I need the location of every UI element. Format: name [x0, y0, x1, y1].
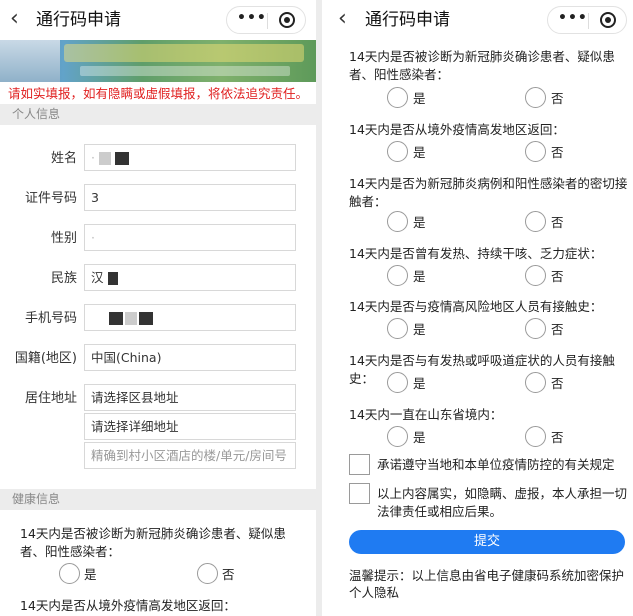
q7-no-radio[interactable] [525, 426, 546, 447]
phone-input[interactable] [84, 304, 296, 331]
page-title: 通行码申请 [36, 10, 121, 30]
q4-yes-radio[interactable] [387, 265, 408, 286]
question-4: 14天内是否曾有发热、持续干咳、乏力症状： [349, 246, 603, 261]
question-1: 14天内是否被诊断为新冠肺炎确诊患者、疑似患者、阳性感染者： [349, 49, 615, 82]
question-3: 14天内是否为新冠肺炎病例和阳性感染者的密切接触者： [349, 176, 628, 209]
q6-yes-radio[interactable] [387, 372, 408, 393]
right-screen: ‹ 通行码申请 ••• 14天内是否被诊断为新冠肺炎确诊患者、疑似患者、阳性感染… [322, 0, 633, 616]
submit-button[interactable]: 提交 [349, 530, 625, 554]
label-address: 居住地址 [24, 391, 77, 406]
back-arrow-icon[interactable]: ‹ [10, 8, 19, 30]
q6-no-radio[interactable] [525, 372, 546, 393]
q3-no-label: 否 [551, 215, 564, 230]
masked-value [109, 312, 123, 325]
ethnicity-select[interactable]: 汉 [84, 264, 296, 291]
q1-yes-radio[interactable] [387, 87, 408, 108]
q5-no-radio[interactable] [525, 318, 546, 339]
q7-yes-radio[interactable] [387, 426, 408, 447]
agree-rules-text: 承诺遵守当地和本单位疫情防控的有关规定 [377, 457, 615, 472]
mini-program-capsule: ••• [547, 6, 627, 34]
section-health-info: 健康信息 [0, 489, 316, 510]
more-icon[interactable]: ••• [237, 10, 267, 26]
warning-text: 请如实填报，如有隐瞒或虚假填报，将依法追究责任。 [7, 86, 308, 101]
nationality-select[interactable]: 中国(China) [84, 344, 296, 371]
nav-bar: ‹ 通行码申请 ••• [322, 0, 633, 40]
label-id-number: 证件号码 [24, 191, 77, 206]
section-personal-info: 个人信息 [0, 104, 316, 125]
q5-yes-radio[interactable] [387, 318, 408, 339]
masked-value [107, 272, 118, 285]
label-phone: 手机号码 [24, 311, 77, 326]
q5-yes-label: 是 [413, 322, 426, 337]
masked-value [114, 152, 129, 165]
gender-select[interactable]: · [84, 224, 296, 251]
q1-no-label: 否 [551, 91, 564, 106]
q7-yes-label: 是 [413, 430, 426, 445]
q4-yes-label: 是 [413, 269, 426, 284]
mini-program-capsule: ••• [226, 6, 306, 34]
id-number-input[interactable]: 3 [84, 184, 296, 211]
agree-truth-text: 以上内容属实，如隐瞒、虚报，本人承担一切法律责任或相应后果。 [377, 486, 628, 519]
label-nationality: 国籍(地区) [14, 351, 77, 366]
q2-yes-radio[interactable] [387, 141, 408, 162]
q1-yes-label: 是 [413, 91, 426, 106]
question-2: 14天内是否从境外疫情高发地区返回： [20, 598, 236, 613]
capsule-divider [588, 13, 589, 29]
capsule-divider [267, 13, 268, 29]
question-5: 14天内是否与疫情高风险地区人员有接触史： [349, 299, 603, 314]
back-arrow-icon[interactable]: ‹ [338, 8, 347, 30]
q1-no-radio[interactable] [197, 563, 218, 584]
label-ethnicity: 民族 [50, 271, 77, 286]
question-2: 14天内是否从境外疫情高发地区返回： [349, 122, 565, 137]
page-title: 通行码申请 [365, 10, 450, 30]
q6-no-label: 否 [551, 376, 564, 391]
close-target-icon[interactable] [600, 12, 616, 28]
agree-truth-checkbox[interactable] [349, 483, 370, 504]
q5-no-label: 否 [551, 322, 564, 337]
q1-no-radio[interactable] [525, 87, 546, 108]
agree-rules-checkbox[interactable] [349, 454, 370, 475]
q4-no-label: 否 [551, 269, 564, 284]
q3-yes-label: 是 [413, 215, 426, 230]
question-7: 14天内一直在山东省境内： [349, 407, 503, 422]
left-screen: ‹ 通行码申请 ••• 请如实填报，如有隐瞒或虚假填报，将依法追究责任。 个人信… [0, 0, 316, 616]
nav-bar: ‹ 通行码申请 ••• [0, 0, 316, 40]
room-number-input[interactable]: 精确到村小区酒店的楼/单元/房间号 [84, 442, 296, 469]
banner-image [0, 40, 316, 82]
q1-yes-radio[interactable] [59, 563, 80, 584]
q6-yes-label: 是 [413, 376, 426, 391]
name-input[interactable]: · [84, 144, 296, 171]
q2-no-radio[interactable] [525, 141, 546, 162]
close-target-icon[interactable] [279, 12, 295, 28]
q1-no-label: 否 [222, 567, 235, 582]
question-1: 14天内是否被诊断为新冠肺炎确诊患者、疑似患者、阳性感染者： [20, 526, 286, 559]
q2-yes-label: 是 [413, 145, 426, 160]
district-select[interactable]: 请选择区县地址 [84, 384, 296, 411]
more-icon[interactable]: ••• [558, 10, 588, 26]
q4-no-radio[interactable] [525, 265, 546, 286]
label-gender: 性别 [50, 231, 77, 246]
address-detail-select[interactable]: 请选择详细地址 [84, 413, 296, 440]
q7-no-label: 否 [551, 430, 564, 445]
privacy-tip: 温馨提示：以上信息由省电子健康码系统加密保护个人隐私 [349, 568, 625, 600]
q3-no-radio[interactable] [525, 211, 546, 232]
q3-yes-radio[interactable] [387, 211, 408, 232]
q2-no-label: 否 [551, 145, 564, 160]
q1-yes-label: 是 [84, 567, 97, 582]
label-name: 姓名 [50, 151, 77, 166]
